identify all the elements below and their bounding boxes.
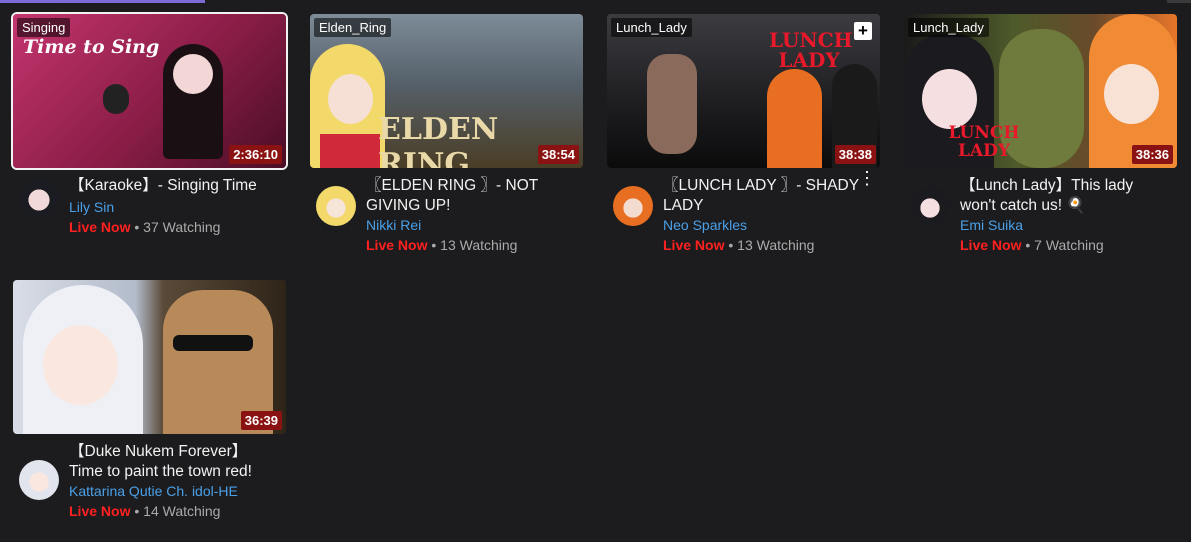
channel-name[interactable]: Kattarina Qutie Ch. idol-HE xyxy=(69,483,286,499)
channel-avatar[interactable] xyxy=(910,186,950,226)
category-tag: Singing xyxy=(17,18,71,37)
viewer-count: 13 Watching xyxy=(440,237,518,253)
character-face xyxy=(43,325,118,405)
video-card[interactable]: LUNCH LADY Lunch_Lady + 38:38 〖LUNCH LAD… xyxy=(607,14,880,253)
more-options-icon[interactable]: ⋮ xyxy=(858,169,876,187)
channel-name[interactable]: Lily Sin xyxy=(69,199,286,215)
video-thumbnail[interactable]: Time to Sing Singing 2:36:10 xyxy=(13,14,286,168)
live-status: Live Now • 7 Watching xyxy=(960,237,1104,253)
live-status: Live Now • 13 Watching xyxy=(366,237,518,253)
video-card[interactable]: Time to Sing Singing 2:36:10 【Karaoke】- … xyxy=(13,14,286,235)
duration-badge: 38:38 xyxy=(834,145,876,164)
sunglasses-graphic xyxy=(173,335,253,351)
channel-name[interactable]: Emi Suika xyxy=(960,217,1177,233)
thumbnail-overlay-text: LUNCH LADY xyxy=(769,28,853,72)
video-title[interactable]: 【Duke Nukem Forever】 Time to paint the t… xyxy=(69,442,286,482)
category-tag: Lunch_Lady xyxy=(611,18,692,37)
video-thumbnail[interactable]: LUNCH LADY Lunch_Lady 38:36 xyxy=(904,14,1177,168)
video-title[interactable]: 【Lunch Lady】This lady won't catch us! 🍳 xyxy=(960,176,1177,216)
lunch-lady-figure xyxy=(647,54,697,154)
live-label: Live Now xyxy=(663,237,725,253)
viewer-count: 37 Watching xyxy=(143,219,221,235)
video-card[interactable]: LUNCH LADY Lunch_Lady 38:36 【Lunch Lady】… xyxy=(904,14,1177,253)
character-orange-hair xyxy=(767,69,822,168)
video-title[interactable]: 【Karaoke】- Singing Time xyxy=(69,176,286,196)
channel-avatar[interactable] xyxy=(19,460,59,500)
add-to-list-icon[interactable]: + xyxy=(854,22,872,40)
live-status: Live Now • 37 Watching xyxy=(69,219,221,235)
live-label: Live Now xyxy=(366,237,428,253)
live-status: Live Now • 13 Watching xyxy=(663,237,815,253)
channel-avatar[interactable] xyxy=(316,186,356,226)
category-tag: Elden_Ring xyxy=(314,18,392,37)
viewer-count: 13 Watching xyxy=(737,237,815,253)
category-tag: Lunch_Lady xyxy=(908,18,989,37)
viewer-count: 14 Watching xyxy=(143,503,221,519)
character-face xyxy=(1104,64,1159,124)
viewer-count: 7 Watching xyxy=(1034,237,1104,253)
video-title[interactable]: 〖ELDEN RING 〗- NOT GIVING UP! xyxy=(366,176,583,216)
character-jacket xyxy=(320,134,380,168)
channel-name[interactable]: Neo Sparkles xyxy=(663,217,880,233)
thumbnail-overlay-text: LUNCH LADY xyxy=(948,123,1020,161)
channel-avatar[interactable] xyxy=(613,186,653,226)
live-label: Live Now xyxy=(69,503,131,519)
channel-name[interactable]: Nikki Rei xyxy=(366,217,583,233)
live-label: Live Now xyxy=(69,219,131,235)
duration-badge: 36:39 xyxy=(240,411,282,430)
video-thumbnail[interactable]: ELDEN RING Elden_Ring 38:54 xyxy=(310,14,583,168)
video-title[interactable]: 〖LUNCH LADY 〗- SHADY LADY xyxy=(663,176,880,216)
video-card[interactable]: 36:39 【Duke Nukem Forever】 Time to paint… xyxy=(13,280,286,519)
video-card[interactable]: ELDEN RING Elden_Ring 38:54 〖ELDEN RING … xyxy=(310,14,583,253)
character-face xyxy=(328,74,373,124)
video-thumbnail[interactable]: 36:39 xyxy=(13,280,286,434)
channel-avatar[interactable] xyxy=(19,178,59,218)
thumbnail-overlay-text: Time to Sing xyxy=(23,36,160,58)
live-label: Live Now xyxy=(960,237,1022,253)
character-face xyxy=(922,69,977,129)
character-face xyxy=(173,54,213,94)
video-thumbnail[interactable]: LUNCH LADY Lunch_Lady + 38:38 xyxy=(607,14,880,168)
active-tab-indicator xyxy=(0,0,205,3)
live-status: Live Now • 14 Watching xyxy=(69,503,221,519)
duration-badge: 2:36:10 xyxy=(229,145,282,164)
scroll-indicator xyxy=(1167,0,1191,3)
duration-badge: 38:36 xyxy=(1131,145,1173,164)
microphone-graphic xyxy=(103,84,129,114)
duration-badge: 38:54 xyxy=(537,145,579,164)
